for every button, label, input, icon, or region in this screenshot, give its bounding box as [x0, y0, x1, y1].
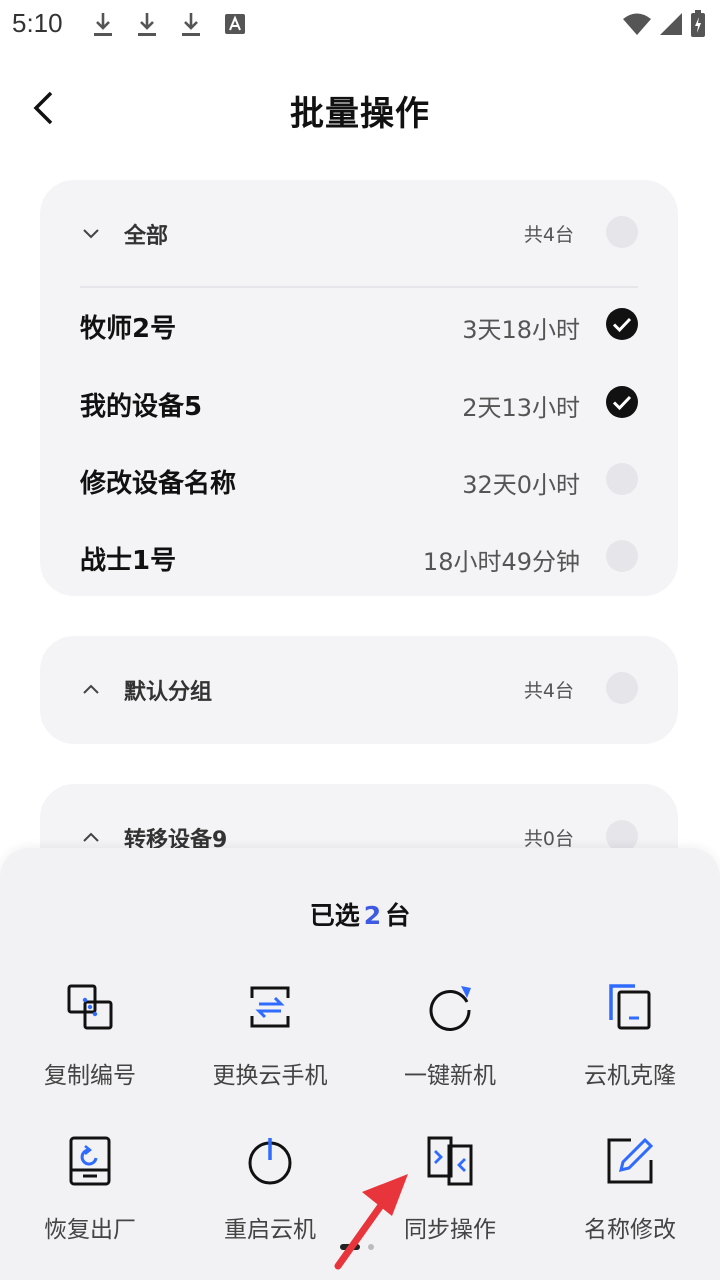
- device-row[interactable]: 我的设备5 2天13小时: [40, 366, 678, 444]
- sync-operation-icon: [427, 1136, 473, 1186]
- battery-charging-icon: [691, 10, 705, 37]
- device-time: 3天18小时: [462, 316, 580, 344]
- download-icon: [94, 13, 112, 36]
- group-name: 全部: [124, 224, 169, 249]
- wifi-icon: [623, 13, 651, 35]
- device-row[interactable]: 修改设备名称 32天0小时: [40, 443, 678, 521]
- group-header-all[interactable]: 全部 共4台: [40, 180, 678, 286]
- group-name: 默认分组: [124, 680, 213, 705]
- group-card-all: 全部 共4台 牧师2号 3天18小时 我的设备5 2天13小时 修改设备名称 3…: [40, 180, 678, 596]
- download-icon: [182, 13, 200, 36]
- one-click-new-button[interactable]: 一键新机: [360, 982, 540, 1102]
- action-label: 名称修改: [584, 1217, 676, 1243]
- factory-reset-button[interactable]: 恢复出厂: [0, 1136, 180, 1256]
- signal-icon: [660, 13, 682, 35]
- device-name: 我的设备5: [80, 392, 203, 422]
- swap-phone-icon: [250, 986, 290, 1028]
- font-app-icon: [225, 14, 245, 34]
- status-bar: 5:10: [0, 0, 720, 50]
- status-system-icons: [622, 10, 706, 38]
- status-time: 5:10: [12, 8, 63, 38]
- download-icon: [138, 13, 156, 36]
- selected-count-title: 已选 2 台: [0, 896, 720, 932]
- chevron-up-icon: [83, 684, 99, 694]
- refresh-icon: [429, 986, 471, 1031]
- device-name: 修改设备名称: [80, 469, 237, 499]
- copy-id-icon: [67, 984, 113, 1030]
- header: 批量操作: [0, 60, 720, 160]
- page-title: 批量操作: [290, 94, 430, 134]
- action-label: 云机克隆: [584, 1063, 676, 1089]
- unchecked-circle[interactable]: [606, 540, 638, 572]
- group-select-all-checkbox[interactable]: [606, 672, 638, 704]
- group-count: 共0台: [523, 828, 574, 850]
- device-time: 2天13小时: [462, 394, 580, 422]
- power-icon: [248, 1138, 292, 1185]
- status-notification-icons: [90, 10, 248, 38]
- clone-button[interactable]: 云机克隆: [540, 982, 720, 1102]
- action-label: 一键新机: [404, 1063, 496, 1089]
- selected-count: 2: [363, 901, 382, 930]
- device-name: 战士1号: [80, 546, 177, 576]
- copy-id-button[interactable]: 复制编号: [0, 982, 180, 1102]
- rename-button[interactable]: 名称修改: [540, 1136, 720, 1256]
- edit-name-icon: [607, 1137, 654, 1184]
- checked-icon[interactable]: [606, 386, 638, 418]
- unchecked-circle[interactable]: [606, 463, 638, 495]
- chevron-down-icon: [83, 229, 99, 239]
- group-card-default: 默认分组 共4台: [40, 636, 678, 744]
- title-suffix: 台: [385, 901, 411, 930]
- device-time: 18小时49分钟: [422, 548, 580, 576]
- group-count: 共4台: [523, 224, 574, 246]
- device-name: 牧师2号: [80, 314, 177, 344]
- checked-icon[interactable]: [606, 308, 638, 340]
- action-label: 复制编号: [44, 1063, 136, 1089]
- swap-phone-button[interactable]: 更换云手机: [180, 982, 360, 1102]
- action-label: 更换云手机: [212, 1063, 328, 1089]
- group-select-all-checkbox[interactable]: [606, 216, 638, 248]
- device-row[interactable]: 战士1号 18小时49分钟: [40, 520, 678, 598]
- title-prefix: 已选: [309, 901, 360, 930]
- device-row[interactable]: 牧师2号 3天18小时: [40, 288, 678, 366]
- chevron-up-icon: [83, 832, 99, 842]
- group-header-default[interactable]: 默认分组 共4台: [40, 636, 678, 742]
- pointer-arrow-icon: [334, 1174, 408, 1270]
- factory-reset-icon: [69, 1136, 111, 1186]
- action-label: 恢复出厂: [44, 1217, 136, 1243]
- group-count: 共4台: [523, 680, 574, 702]
- device-time: 32天0小时: [462, 471, 580, 499]
- clone-icon: [609, 984, 651, 1030]
